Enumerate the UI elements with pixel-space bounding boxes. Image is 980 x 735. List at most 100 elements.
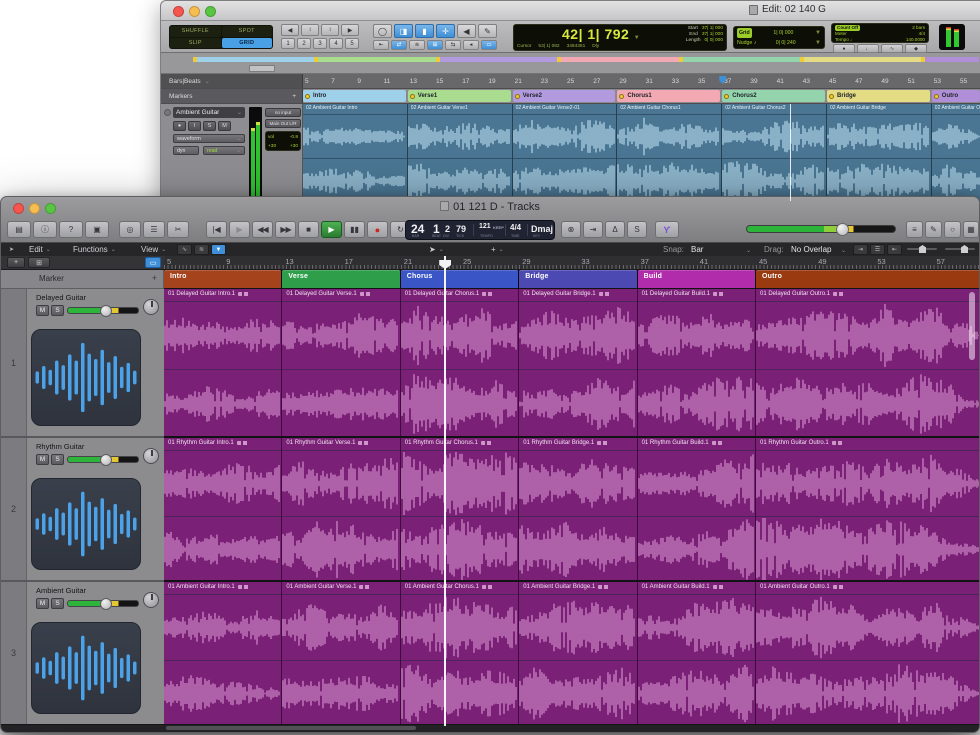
vertical-zoom-slider[interactable] xyxy=(907,248,937,250)
quick-help-icon[interactable]: ▤ xyxy=(7,221,31,238)
audio-region[interactable]: 01 Ambient Guitar Intro.1 xyxy=(164,582,282,724)
pt-volume-readout[interactable]: vol-0.8 +30+30 xyxy=(265,131,301,151)
close-icon[interactable] xyxy=(173,6,184,17)
zoom-left-icon[interactable]: ◀ xyxy=(281,24,299,36)
mute-button[interactable]: M xyxy=(36,305,49,316)
audio-region[interactable]: 01 Rhythm Guitar Intro.1 xyxy=(164,438,282,580)
zoom-preset-4[interactable]: 4 xyxy=(329,38,343,49)
pt-track-name[interactable]: Ambient Guitar⌄ xyxy=(173,107,245,118)
plus-icon[interactable]: + xyxy=(292,93,296,100)
grabber-tool-icon[interactable]: ✛ xyxy=(436,24,455,38)
track-volume-slider[interactable] xyxy=(67,600,139,607)
record-enable-icon[interactable] xyxy=(164,109,171,116)
pt-mini-button[interactable]: ≋ xyxy=(409,40,425,50)
merge-icon[interactable]: ∿ xyxy=(881,44,903,53)
selector-tool-icon[interactable]: ▮ xyxy=(415,24,434,38)
track-view-selector[interactable]: waveform⌄ xyxy=(173,134,245,143)
audio-region[interactable]: 01 Rhythm Guitar Bridge.1 xyxy=(519,438,637,580)
zoom-icon[interactable] xyxy=(205,6,216,17)
audio-region[interactable]: 01 Ambient Guitar Outro.1 xyxy=(756,582,980,724)
section-marker-intro[interactable]: Intro xyxy=(164,270,282,288)
pt-audio-clip[interactable]: 02 Ambient Guitar Chorus1 xyxy=(617,104,722,202)
audio-region[interactable]: 01 Ambient Guitar Verse.1 xyxy=(282,582,400,724)
metronome-icon[interactable]: ● xyxy=(833,44,855,53)
mode-grid-button[interactable]: GRID xyxy=(222,38,273,49)
list-editors-icon[interactable]: ≡ xyxy=(906,221,923,238)
track-volume-slider[interactable] xyxy=(67,456,139,463)
audio-region[interactable]: 01 Ambient Guitar Build.1 xyxy=(638,582,756,724)
horizontal-scrollbar[interactable] xyxy=(166,726,416,730)
zoom-preset-1[interactable]: 1 xyxy=(281,38,295,49)
pt-audio-clip[interactable]: 02 Ambient Guitar Verse2-01 xyxy=(513,104,618,202)
toolbar-toggle-icon[interactable]: ▣ xyxy=(85,221,109,238)
help-icon[interactable]: ? xyxy=(59,221,83,238)
pan-knob[interactable] xyxy=(143,448,159,464)
audio-region[interactable]: 01 Rhythm Guitar Build.1 xyxy=(638,438,756,580)
audio-region[interactable]: 01 Rhythm Guitar Chorus.1 xyxy=(401,438,519,580)
menu-functions[interactable]: Functions⌄ xyxy=(73,244,116,255)
vertical-scrollbar[interactable] xyxy=(969,292,975,360)
pt-mini-button[interactable]: ▭ xyxy=(481,40,497,50)
mute-button[interactable]: M xyxy=(36,454,49,465)
audio-region[interactable]: 01 Delayed Guitar Verse.1 xyxy=(282,289,400,436)
audio-region[interactable]: 01 Delayed Guitar Intro.1 xyxy=(164,289,282,436)
audio-region[interactable]: 01 Ambient Guitar Bridge.1 xyxy=(519,582,637,724)
section-marker-chorus[interactable]: Chorus xyxy=(401,270,519,288)
track-header-delayed-guitar[interactable]: 1Delayed GuitarMS xyxy=(1,289,164,438)
automation-icon[interactable]: ∿ xyxy=(177,244,192,255)
solo-button[interactable]: S xyxy=(203,121,216,131)
automation-dyn-button[interactable]: dyn xyxy=(173,146,199,155)
pt-audio-clip[interactable]: 02 Ambient Guitar Verse1 xyxy=(408,104,513,202)
count-in-icon[interactable]: ⇥ xyxy=(583,221,603,238)
tuner-icon[interactable]: ⊗ xyxy=(561,221,581,238)
pan-knob[interactable] xyxy=(143,299,159,315)
pt-marker-bridge[interactable]: Bridge xyxy=(827,90,930,102)
command-click-tool-menu[interactable]: +⌄ xyxy=(491,244,504,255)
pt-mini-button[interactable]: ⊞ xyxy=(427,40,443,50)
master-volume-slider[interactable] xyxy=(746,225,896,233)
output-selector[interactable]: Main Out L/R xyxy=(265,119,301,128)
pause-button[interactable]: ▮▮ xyxy=(344,221,365,238)
media-browser-icon[interactable]: ▦ xyxy=(963,221,979,238)
metronome-icon[interactable]: Δ xyxy=(605,221,625,238)
add-marker-icon[interactable]: + xyxy=(152,273,157,283)
audio-region[interactable]: 01 Rhythm Guitar Outro.1 xyxy=(756,438,980,580)
play-button[interactable]: ▶ xyxy=(321,221,342,238)
loop-browser-icon[interactable]: ○ xyxy=(944,221,961,238)
drag-selector[interactable]: No Overlap xyxy=(791,245,831,254)
mode-shuffle-button[interactable]: SHUFFLE xyxy=(170,26,221,37)
track-header-ambient-guitar[interactable]: 3Ambient GuitarMS xyxy=(1,582,164,726)
zoomer-tool-icon[interactable]: ◯ xyxy=(373,24,392,38)
pt-marker-verse1[interactable]: Verse1 xyxy=(408,90,511,102)
solo-mode-icon[interactable]: S xyxy=(627,221,647,238)
zoom-right-icon[interactable]: ▶ xyxy=(341,24,359,36)
mute-button[interactable]: M xyxy=(36,598,49,609)
pt-timeline-overview[interactable] xyxy=(161,53,980,74)
waveform-zoom-icon[interactable]: ⇥ xyxy=(853,244,868,255)
zoom-vertical-icon[interactable]: ↕ xyxy=(321,24,339,36)
section-marker-bridge[interactable]: Bridge xyxy=(519,270,637,288)
add-track-button[interactable]: + xyxy=(7,257,25,268)
pt-mini-button[interactable]: ⇤ xyxy=(373,40,389,50)
record-button[interactable]: ● xyxy=(367,221,388,238)
playhead[interactable] xyxy=(444,256,446,726)
catch-playhead-icon[interactable]: ▼ xyxy=(211,244,226,255)
conductor-icon[interactable]: ◆ xyxy=(905,44,927,53)
left-click-tool-menu[interactable]: ➤⌄ xyxy=(429,244,444,255)
pencil-tool-icon[interactable]: ✎ xyxy=(478,24,497,38)
zoom-preset-2[interactable]: 2 xyxy=(297,38,311,49)
horizontal-zoom-slider[interactable] xyxy=(945,248,975,250)
solo-button[interactable]: S xyxy=(51,454,64,465)
pt-marker-intro[interactable]: Intro xyxy=(303,90,406,102)
pt-markers-lane[interactable]: IntroVerse1Verse2Chorus1Chorus2BridgeOut… xyxy=(303,89,980,103)
editors-icon[interactable]: ✂ xyxy=(167,221,189,238)
count-off-icon[interactable]: ♩ xyxy=(857,44,879,53)
mode-spot-button[interactable]: SPOT xyxy=(222,26,273,37)
zoom-preset-3[interactable]: 3 xyxy=(313,38,327,49)
snap-selector[interactable]: Bar xyxy=(691,245,703,254)
audio-region[interactable]: 01 Delayed Guitar Build.1 xyxy=(638,289,756,436)
menu-edit[interactable]: Edit⌄ xyxy=(29,244,51,255)
record-button[interactable]: ● xyxy=(173,121,186,131)
forward-button[interactable]: ▶▶ xyxy=(275,221,296,238)
pt-grid-nudge[interactable]: Grid1| 0| 000▼ Nudge ♪0| 0| 240▼ xyxy=(733,26,825,49)
